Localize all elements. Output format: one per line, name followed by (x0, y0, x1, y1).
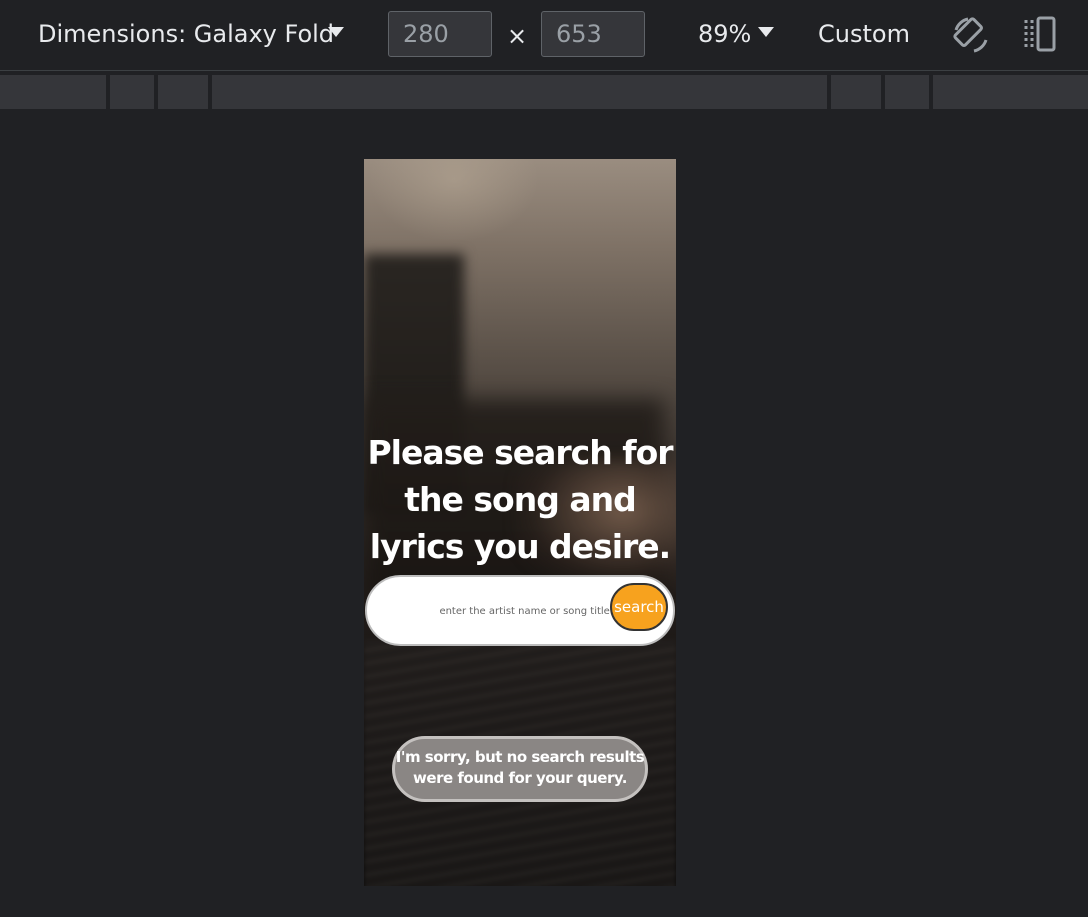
media-query-bar (0, 72, 1088, 110)
width-input[interactable] (388, 11, 492, 57)
ruler-segment[interactable] (212, 75, 827, 109)
ruler-segment[interactable] (831, 75, 881, 109)
device-viewport: Please search for the song and lyrics yo… (364, 159, 676, 886)
times-separator: × (507, 22, 528, 50)
search-button[interactable]: search (610, 583, 668, 631)
throttle-dropdown[interactable]: Custom (818, 20, 918, 48)
page-headline: Please search for the song and lyrics yo… (367, 433, 673, 566)
rotate-icon[interactable] (950, 14, 992, 56)
device-toolbar: Dimensions: Galaxy Fold × 89% Custom (0, 0, 1088, 71)
ruler-segment[interactable] (933, 75, 1088, 109)
ruler-segment[interactable] (885, 75, 929, 109)
ruler-segment[interactable] (158, 75, 208, 109)
zoom-dropdown[interactable]: 89% (698, 20, 751, 48)
search-input[interactable] (379, 595, 615, 627)
no-results-message: I'm sorry, but no search results were fo… (392, 736, 648, 802)
search-form: search (365, 575, 675, 646)
ruler-segment[interactable] (110, 75, 154, 109)
chevron-down-icon[interactable] (328, 27, 344, 37)
dimensions-dropdown[interactable]: Dimensions: Galaxy Fold (38, 20, 334, 48)
fold-icon[interactable] (1020, 14, 1060, 54)
ruler-segment[interactable] (0, 75, 106, 109)
height-input[interactable] (541, 11, 645, 57)
chevron-down-icon[interactable] (758, 27, 774, 37)
